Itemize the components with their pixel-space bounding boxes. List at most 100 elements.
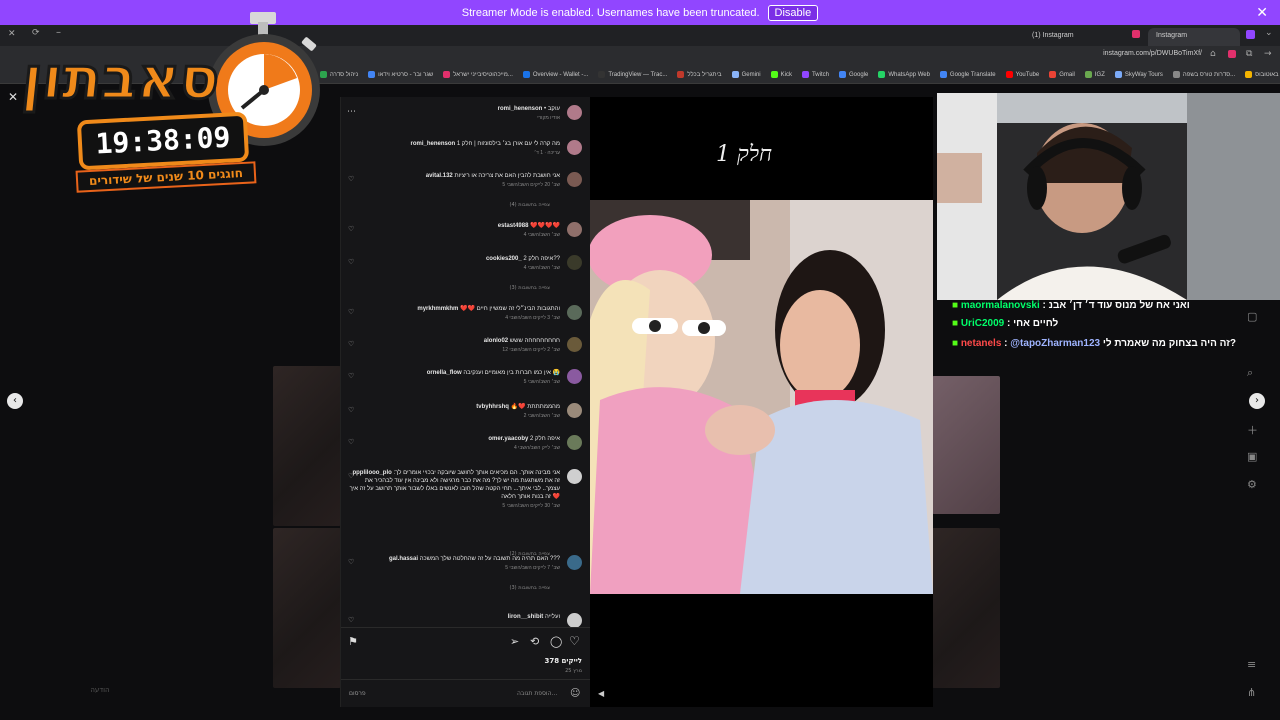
comment-meta[interactable]: 5 שב׳ 30 לייקים השב/השבי: [348, 503, 560, 509]
comment-meta[interactable]: 5 שב׳ השב/השבי: [348, 379, 560, 385]
panel-icon[interactable]: ▣: [1247, 450, 1259, 463]
comment-username[interactable]: alonlo02: [484, 338, 508, 344]
likes-count[interactable]: 378 לייקים: [544, 657, 582, 665]
comment-meta[interactable]: 12 שב׳ 2 לייקים השב/השבי: [348, 347, 560, 353]
bookmark-item[interactable]: TradingView — Trac...: [598, 71, 667, 78]
search-icon[interactable]: ⌕: [1247, 366, 1259, 379]
extension-icon[interactable]: [1246, 30, 1255, 39]
view-replies-button[interactable]: צפייה בתשובות (3): [510, 285, 550, 291]
avatar[interactable]: [567, 140, 582, 155]
bookmark-item[interactable]: SkyWay Tours: [1114, 71, 1163, 78]
comment-username[interactable]: liron__shibit: [508, 614, 544, 620]
bookmark-item[interactable]: ביתגריל בכלל: [677, 71, 722, 78]
comment-username[interactable]: ppplilooo_plo: [352, 470, 391, 476]
mute-icon[interactable]: ◀: [598, 689, 604, 698]
like-comment-icon[interactable]: ♡: [348, 308, 354, 316]
close-banner-icon[interactable]: ✕: [1256, 4, 1268, 21]
view-replies-button[interactable]: צפייה בתשובות (4): [510, 202, 550, 208]
comment-meta[interactable]: אודיו מקורי: [348, 115, 560, 121]
comment-username[interactable]: ornella_flow: [427, 370, 462, 376]
bookmark-item[interactable]: ניהול סדרה: [320, 71, 358, 78]
comment-meta[interactable]: 2 שב׳ השב/השבי: [348, 413, 560, 419]
bookmark-item[interactable]: Gmail: [1049, 71, 1075, 78]
bookmark-item[interactable]: YouTube: [1005, 71, 1039, 78]
avatar[interactable]: [567, 105, 582, 120]
home-icon[interactable]: ⌂: [1210, 49, 1216, 59]
add-icon[interactable]: ＋: [1247, 422, 1259, 437]
like-comment-icon[interactable]: ♡: [348, 258, 354, 266]
comment-username[interactable]: myrkhmmkhm: [417, 306, 458, 312]
like-heart-icon[interactable]: ♡: [569, 634, 580, 648]
avatar[interactable]: [567, 469, 582, 484]
view-replies-button[interactable]: צפייה בתשובות (3): [510, 585, 550, 591]
comment-meta[interactable]: 4 שב׳ 3 לייקים השב/השבי: [348, 315, 560, 321]
previous-post-button[interactable]: ‹: [7, 393, 23, 409]
disable-button[interactable]: Disable: [767, 4, 819, 21]
chat-mention[interactable]: @tapoZharman123: [1010, 338, 1100, 349]
post-comment-button[interactable]: פרסום: [349, 690, 366, 697]
message-label[interactable]: הודעה: [60, 680, 140, 700]
bookmark-item[interactable]: שגר ובר - סרטיא וידאו: [368, 71, 433, 78]
avatar[interactable]: [567, 369, 582, 384]
like-comment-icon[interactable]: ♡: [348, 340, 354, 348]
avatar[interactable]: [567, 435, 582, 450]
settings-icon[interactable]: ⚙: [1247, 478, 1259, 491]
like-comment-icon[interactable]: ♡: [348, 472, 354, 480]
avatar[interactable]: [567, 305, 582, 320]
bookmark-item[interactable]: סדרות טורס בשפה...: [1172, 71, 1235, 78]
comment-username[interactable]: romi_henenson: [498, 106, 543, 112]
repost-icon[interactable]: ⟲: [530, 635, 539, 648]
comment-username[interactable]: gal.hassai: [389, 556, 418, 562]
like-comment-icon[interactable]: ♡: [348, 406, 354, 414]
like-comment-icon[interactable]: ♡: [348, 175, 354, 183]
avatar[interactable]: [567, 255, 582, 270]
avatar[interactable]: [567, 403, 582, 418]
bookmark-item[interactable]: WhatsApp Web: [878, 71, 930, 78]
comment-username[interactable]: avital.132: [426, 173, 453, 179]
comment-username[interactable]: omer.yaacoby: [488, 436, 528, 442]
comment-username[interactable]: cookies200_: [486, 256, 522, 262]
chevron-down-icon[interactable]: ⌄: [1265, 28, 1273, 38]
avatar[interactable]: [567, 337, 582, 352]
comment-username[interactable]: romi_henenson: [411, 141, 456, 147]
bookmark-item[interactable]: Google: [838, 71, 868, 78]
bookmark-item[interactable]: Kick: [770, 71, 792, 78]
expand-icon[interactable]: ▢: [1247, 310, 1259, 323]
post-video[interactable]: [590, 200, 933, 594]
tab-instagram-1[interactable]: (1) Instagram: [1024, 28, 1128, 46]
save-icon[interactable]: ⚑: [348, 635, 358, 648]
comment-icon[interactable]: ◯: [550, 635, 562, 648]
comment-input[interactable]: הוספת תגובה...: [517, 690, 557, 697]
comment-username[interactable]: estast4988: [498, 223, 529, 229]
chat-username[interactable]: netanels: [961, 338, 1002, 349]
comment-meta[interactable]: 4 שב׳ השב/השבי: [348, 232, 560, 238]
comment-meta[interactable]: 4 שב׳ השב/השבי: [348, 265, 560, 271]
chat-username[interactable]: maormalanovski: [961, 300, 1040, 311]
avatar[interactable]: [567, 222, 582, 237]
extension-icon[interactable]: [1228, 50, 1236, 58]
extensions-puzzle-icon[interactable]: ⧉: [1246, 49, 1252, 59]
forward-icon[interactable]: →: [1264, 49, 1272, 59]
avatar[interactable]: [567, 555, 582, 570]
post-media[interactable]: חלק 1 ◀: [590, 97, 933, 707]
emoji-icon[interactable]: ☺: [570, 688, 580, 699]
comment-meta[interactable]: עריכה · 1 ד׳: [348, 150, 560, 156]
tab-instagram-active[interactable]: Instagram: [1148, 28, 1240, 46]
bookmark-item[interactable]: Google Translate: [939, 71, 996, 78]
comment-meta[interactable]: 4 שב׳ לייק השב/השבי: [348, 445, 560, 451]
next-post-button[interactable]: ›: [1249, 393, 1265, 409]
comment-meta[interactable]: 5 שב׳ 20 לייקים השב/השבי: [348, 182, 560, 188]
avatar[interactable]: [567, 613, 582, 628]
like-comment-icon[interactable]: ♡: [348, 616, 354, 624]
like-comment-icon[interactable]: ♡: [348, 225, 354, 233]
network-icon[interactable]: ⋔: [1247, 686, 1259, 699]
avatar[interactable]: [567, 172, 582, 187]
bookmark-item[interactable]: Gemini: [731, 71, 761, 78]
comment-meta[interactable]: 5 שב׳ 7 לייקים השב/השבי: [348, 565, 560, 571]
like-comment-icon[interactable]: ♡: [348, 438, 354, 446]
share-icon[interactable]: ➢: [510, 635, 519, 648]
like-comment-icon[interactable]: ♡: [348, 558, 354, 566]
like-comment-icon[interactable]: ♡: [348, 372, 354, 380]
url-field[interactable]: instagram.com/p/DWUBoTimXf/: [1103, 50, 1202, 57]
bookmark-item[interactable]: Twitch: [801, 71, 829, 78]
